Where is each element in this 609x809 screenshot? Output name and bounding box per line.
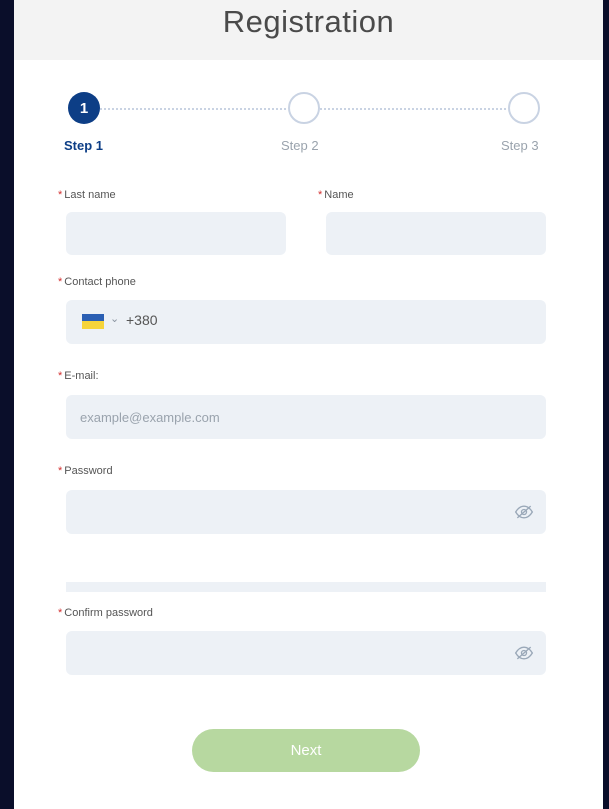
step-2-indicator[interactable]	[288, 92, 320, 124]
confirm-password-input[interactable]	[66, 631, 546, 675]
name-label-text: Name	[324, 189, 354, 201]
required-mark: *	[58, 189, 63, 201]
contact-phone-label-text: Contact phone	[64, 276, 136, 288]
required-mark: *	[58, 465, 63, 477]
phone-prefix: +380	[126, 312, 158, 328]
last-name-label-text: Last name	[64, 189, 116, 201]
last-name-field[interactable]	[66, 212, 286, 255]
registration-card: Registration 1 Step 1 Step 2 Step 3 * Las…	[14, 0, 603, 809]
password-label-text: Password	[64, 465, 113, 477]
required-mark: *	[318, 189, 323, 201]
password-label: * Password	[58, 465, 113, 477]
next-button[interactable]: Next	[192, 729, 420, 772]
stepper-connector	[320, 108, 506, 110]
required-mark: *	[58, 276, 63, 288]
step-3-label: Step 3	[501, 138, 539, 153]
confirm-password-label: * Confirm password	[58, 607, 153, 619]
required-mark: *	[58, 607, 63, 619]
name-field[interactable]	[326, 212, 546, 255]
email-field[interactable]	[66, 395, 546, 439]
password-input[interactable]	[66, 490, 546, 534]
stepper-connector	[100, 108, 286, 110]
last-name-input[interactable]	[66, 212, 286, 255]
header-bar: Registration	[14, 0, 603, 60]
email-label: * E-mail:	[58, 370, 99, 382]
email-label-text: E-mail:	[64, 370, 99, 382]
confirm-password-label-text: Confirm password	[64, 607, 153, 619]
step-number: 1	[79, 99, 89, 117]
password-field[interactable]	[66, 490, 546, 534]
page-title: Registration	[222, 4, 395, 39]
eye-off-icon[interactable]	[514, 643, 534, 663]
contact-phone-field[interactable]: ⌄ +380	[66, 300, 546, 344]
contact-phone-label: * Contact phone	[58, 276, 136, 288]
password-strength-bar	[66, 582, 546, 592]
eye-off-icon[interactable]	[514, 502, 534, 522]
name-input[interactable]	[326, 212, 546, 255]
step-1-indicator[interactable]: 1	[68, 92, 100, 124]
step-3-indicator[interactable]	[508, 92, 540, 124]
step-2-label: Step 2	[281, 138, 319, 153]
ukraine-flag-icon[interactable]	[82, 314, 104, 329]
chevron-down-icon[interactable]: ⌄	[110, 312, 119, 325]
step-1-label: Step 1	[64, 138, 104, 153]
required-mark: *	[58, 370, 63, 382]
last-name-label: * Last name	[58, 189, 116, 201]
name-label: * Name	[318, 189, 354, 201]
confirm-password-field[interactable]	[66, 631, 546, 675]
email-input[interactable]	[66, 395, 546, 439]
